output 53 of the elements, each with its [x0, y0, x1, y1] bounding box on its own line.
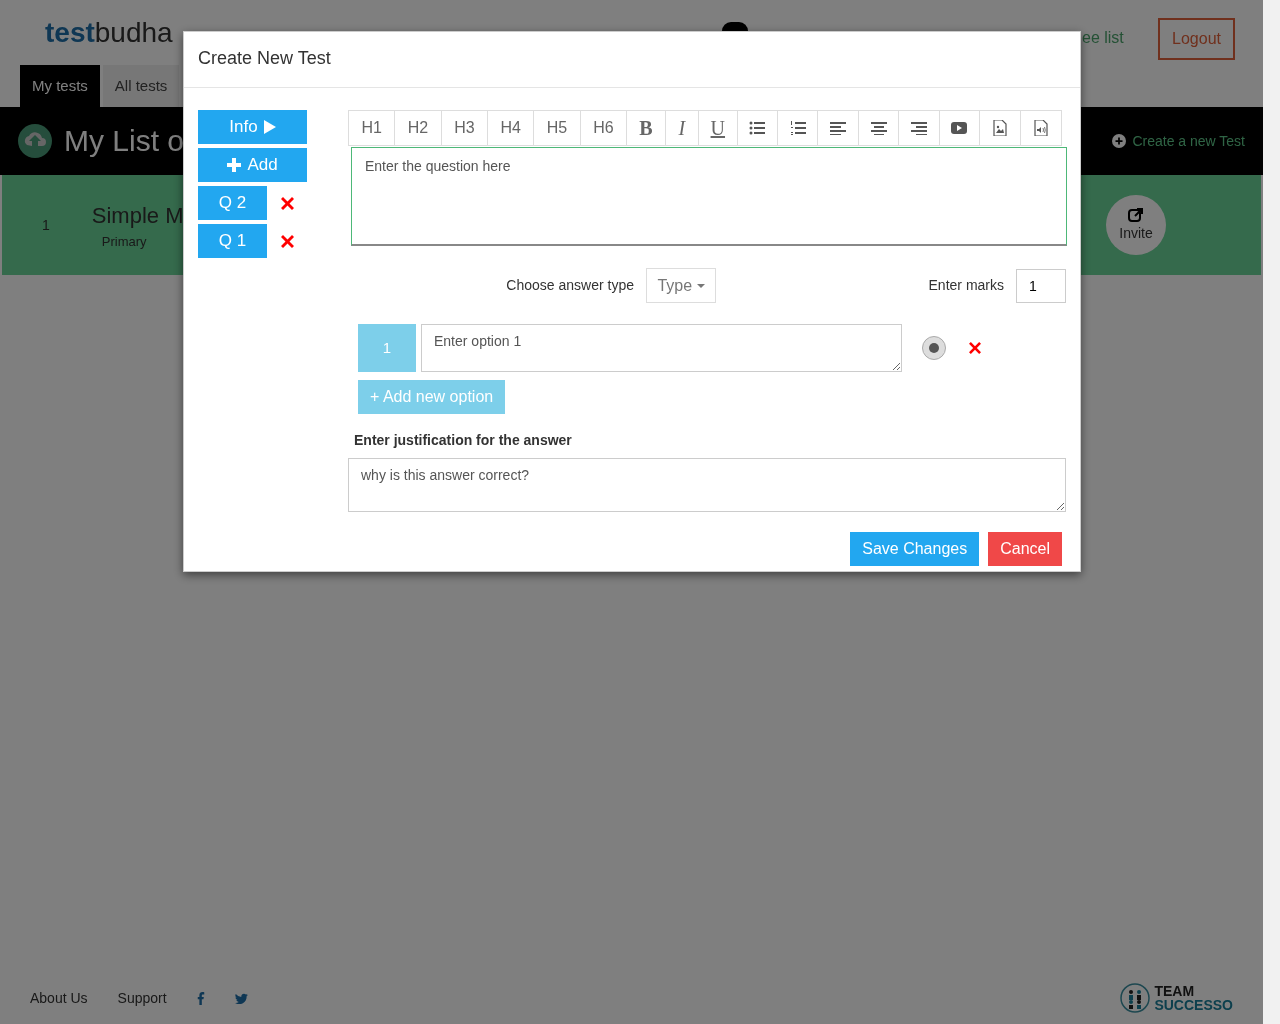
- create-test-link[interactable]: Create a new Test: [1112, 130, 1245, 152]
- justification-field[interactable]: why is this answer correct?: [348, 458, 1066, 512]
- align-center-icon: [870, 120, 887, 136]
- brand-name: TEAM: [1154, 984, 1196, 998]
- people-logo-icon: [1120, 983, 1151, 1013]
- share-icon: [1128, 206, 1144, 223]
- logout-button[interactable]: Logout: [1158, 18, 1235, 60]
- test-title: Simple M: [91, 201, 184, 230]
- logo[interactable]: testbudha: [45, 14, 173, 51]
- bullet-list-icon: [749, 120, 766, 136]
- twitter-icon: [234, 992, 248, 1004]
- plus-icon: [227, 158, 242, 172]
- brand-name: SUCCESSO: [1154, 998, 1233, 1012]
- add-button[interactable]: Add: [198, 148, 307, 182]
- invite-button[interactable]: Invite: [1106, 195, 1166, 255]
- tab[interactable]: All tests: [102, 65, 180, 107]
- scrollbar[interactable]: [1263, 0, 1280, 1024]
- info-button[interactable]: Info: [198, 110, 307, 144]
- nav-link[interactable]: ee list: [1082, 26, 1124, 50]
- test-category: Primary: [101, 232, 148, 251]
- footer-link[interactable]: About Us: [30, 987, 88, 1009]
- play-video-icon: [951, 120, 968, 136]
- cancel-button[interactable]: Cancel: [988, 532, 1062, 566]
- row-number: 1: [42, 215, 50, 235]
- radio-button[interactable]: [922, 336, 946, 360]
- answer-type-label: Choose answer type: [506, 276, 634, 295]
- image-file-icon: [991, 120, 1008, 136]
- save-button[interactable]: Save Changes: [850, 532, 980, 566]
- align-right-icon: [911, 120, 927, 136]
- page-title: My List o: [64, 123, 185, 159]
- marks-field[interactable]: 1: [1016, 268, 1066, 303]
- justification-label: Enter justification for the answer: [354, 431, 573, 450]
- audio-file-icon: [1032, 120, 1049, 136]
- align-left-icon: [830, 120, 847, 136]
- question-button[interactable]: Q 1: [198, 224, 267, 258]
- option-number: 1: [358, 324, 416, 372]
- numbered-list-icon: [789, 120, 806, 136]
- facebook-icon: [196, 991, 205, 1005]
- option-field[interactable]: Enter option 1: [421, 324, 902, 372]
- cloud-upload-icon: [18, 124, 52, 158]
- play-icon: [263, 120, 276, 134]
- modal-title: Create New Test: [184, 32, 1080, 88]
- delete-icon: [281, 196, 294, 210]
- type-dropdown[interactable]: Type: [646, 268, 716, 303]
- footer-link[interactable]: Support: [117, 987, 167, 1009]
- question-button[interactable]: Q 2: [198, 186, 267, 220]
- delete-icon: [281, 234, 294, 248]
- marks-label: Enter marks: [928, 276, 1004, 295]
- question-editor[interactable]: Enter the question here: [351, 147, 1067, 246]
- delete-icon: [969, 342, 981, 354]
- caret-icon: [696, 284, 705, 289]
- plus-circle-icon: [1112, 134, 1127, 148]
- tab[interactable]: My tests: [20, 65, 100, 107]
